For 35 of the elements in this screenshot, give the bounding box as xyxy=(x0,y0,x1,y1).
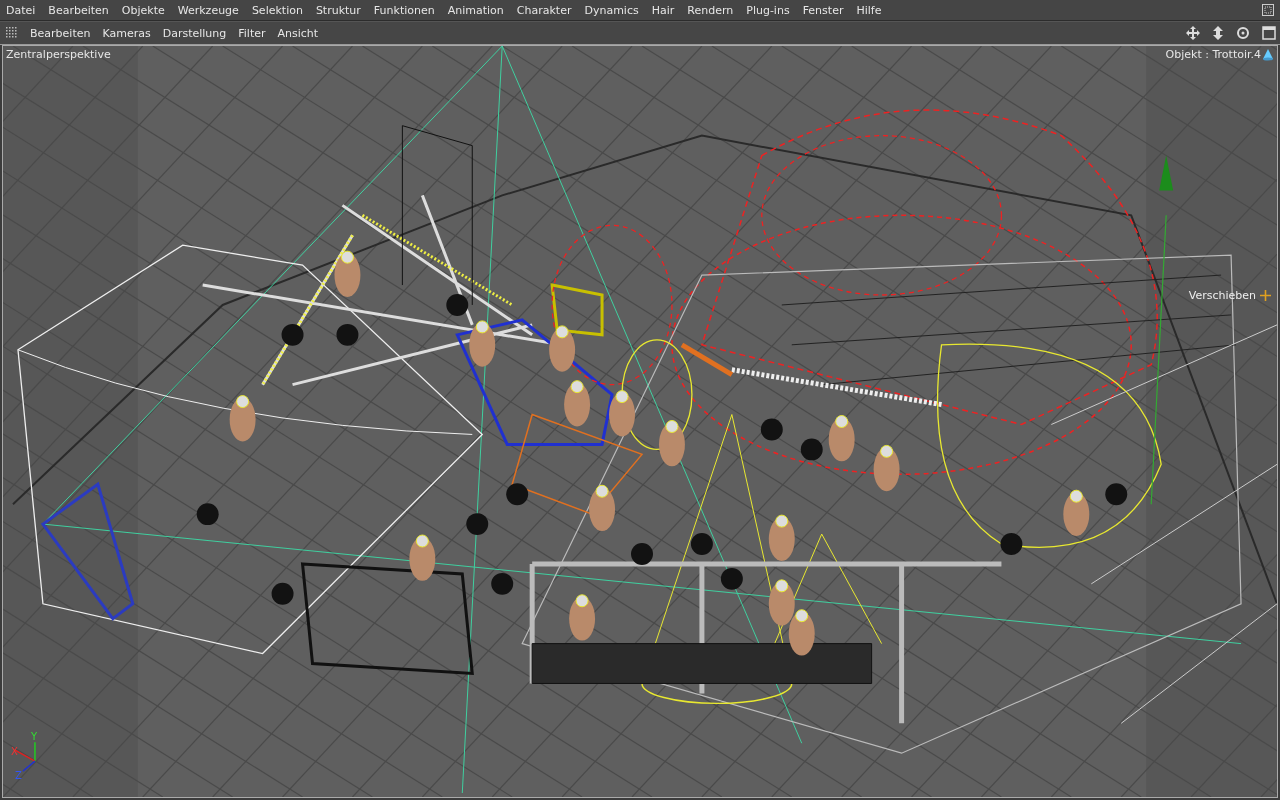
menu-item[interactable]: Hair xyxy=(651,3,675,17)
cone-icon xyxy=(1263,48,1273,61)
menu-item[interactable]: Dynamics xyxy=(584,3,639,17)
menu-item[interactable]: Charakter xyxy=(516,3,572,17)
viewport-menu-item[interactable]: Bearbeiten xyxy=(30,26,91,40)
menu-item[interactable]: Fenster xyxy=(802,3,844,17)
axis-label: Y xyxy=(31,731,38,742)
axis-label: Z xyxy=(15,770,22,781)
menu-item[interactable]: Plug-ins xyxy=(746,3,790,17)
grip-icon[interactable] xyxy=(6,27,18,39)
menu-item[interactable]: Werkzeuge xyxy=(177,3,239,17)
tool-hint: Verschieben xyxy=(1188,289,1256,302)
menu-item[interactable]: Struktur xyxy=(315,3,361,17)
menu-item[interactable]: Datei xyxy=(6,3,36,17)
menu-item[interactable]: Hilfe xyxy=(856,3,882,17)
menu-item[interactable]: Funktionen xyxy=(373,3,435,17)
axis-label: X xyxy=(11,746,18,757)
viewport-menu-item[interactable]: Kameras xyxy=(102,26,151,40)
rotate-icon[interactable] xyxy=(1236,26,1250,40)
menu-item[interactable]: Selektion xyxy=(251,3,303,17)
viewport-menu-item[interactable]: Filter xyxy=(238,26,266,40)
move-icon[interactable] xyxy=(1186,26,1200,40)
viewport-menu-item[interactable]: Darstellung xyxy=(162,26,227,40)
menu-item[interactable]: Bearbeiten xyxy=(48,3,109,17)
menu-item[interactable]: Animation xyxy=(447,3,504,17)
window-toggle-icon[interactable] xyxy=(1262,4,1274,16)
menu-item[interactable]: Objekte xyxy=(121,3,165,17)
menu-item[interactable]: Rendern xyxy=(687,3,734,17)
camera-label: Zentralperspektive xyxy=(6,48,111,61)
dolly-icon[interactable] xyxy=(1212,26,1224,40)
viewport-panel[interactable]: Zentralperspektive Objekt : Trottoir.4 Verschieben X Y Z xyxy=(2,45,1278,798)
plus-icon xyxy=(1260,290,1271,301)
object-label: Objekt : Trottoir.4 xyxy=(1165,48,1261,61)
maximize-icon[interactable] xyxy=(1262,26,1276,40)
viewport-menu-item[interactable]: Ansicht xyxy=(277,26,319,40)
